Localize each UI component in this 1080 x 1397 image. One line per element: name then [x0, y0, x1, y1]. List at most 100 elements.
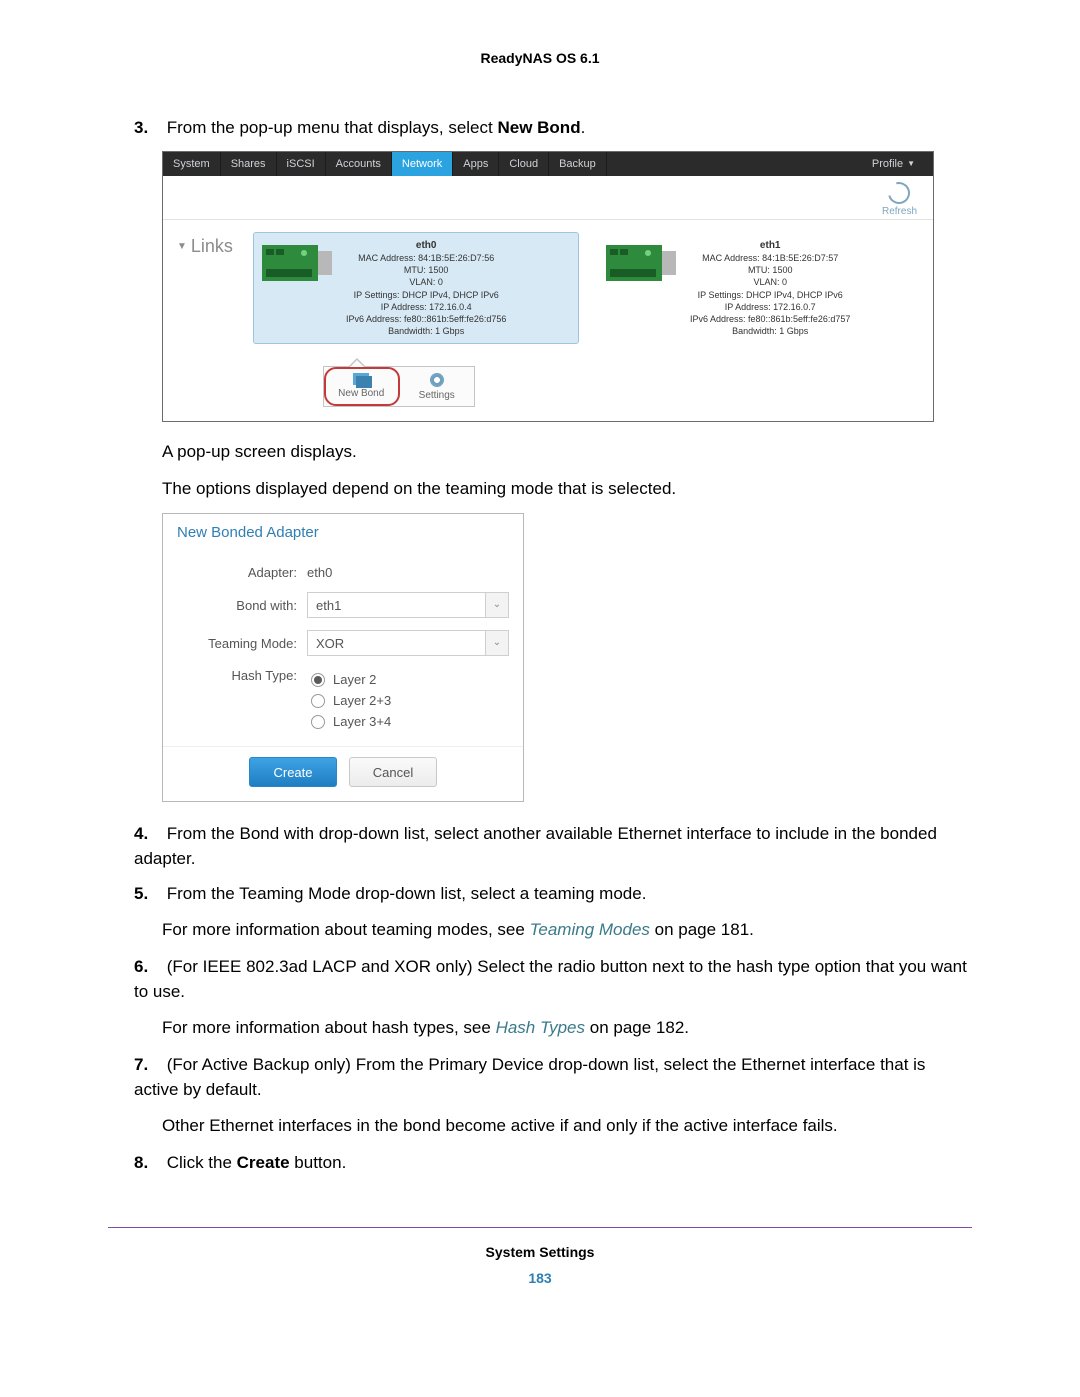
radio-icon	[311, 715, 325, 729]
menu-settings-label: Settings	[419, 390, 455, 401]
step-7: 7. (For Active Backup only) From the Pri…	[134, 1053, 972, 1102]
nic-eth0-ipset: IP Settings: DHCP IPv4, DHCP IPv6	[346, 289, 506, 301]
step-3-bold: New Bond	[497, 118, 580, 137]
step-6: 6. (For IEEE 802.3ad LACP and XOR only) …	[134, 955, 972, 1004]
page-number: 183	[108, 1270, 972, 1286]
refresh-label: Refresh	[882, 206, 917, 217]
radio-layer2-label: Layer 2	[333, 672, 376, 687]
tab-backup[interactable]: Backup	[549, 152, 607, 176]
step-6-text: (For IEEE 802.3ad LACP and XOR only) Sel…	[134, 957, 967, 1001]
select-bond-with-value: eth1	[308, 598, 485, 613]
nic-eth0-ip: IP Address: 172.16.0.4	[346, 301, 506, 313]
select-bond-with[interactable]: eth1 ⌄	[307, 592, 509, 618]
footer-rule	[108, 1227, 972, 1228]
dialog-new-bonded-adapter: New Bonded Adapter Adapter: eth0 Bond wi…	[162, 513, 524, 802]
radio-layer34[interactable]: Layer 3+4	[177, 711, 509, 732]
step-5-follow-pre: For more information about teaming modes…	[162, 920, 530, 939]
select-teaming-mode[interactable]: XOR ⌄	[307, 630, 509, 656]
nic-eth1-bw: Bandwidth: 1 Gbps	[690, 325, 850, 337]
step-8-num: 8.	[134, 1151, 162, 1176]
chevron-down-icon: ▼	[907, 159, 915, 168]
step-5-follow-post: on page 181.	[650, 920, 754, 939]
refresh-icon	[884, 178, 914, 208]
menu-item-settings[interactable]: Settings	[400, 367, 475, 406]
label-adapter: Adapter:	[177, 565, 297, 580]
step-8-post: button.	[290, 1153, 347, 1172]
nic-icon	[260, 239, 336, 289]
chevron-down-icon: ⌄	[485, 631, 508, 655]
radio-layer34-label: Layer 3+4	[333, 714, 391, 729]
tab-apps[interactable]: Apps	[453, 152, 499, 176]
footer-title: System Settings	[108, 1244, 972, 1260]
nic-eth1-mtu: MTU: 1500	[690, 264, 850, 276]
label-hash-type: Hash Type:	[177, 668, 297, 683]
step-8-bold: Create	[237, 1153, 290, 1172]
nic-eth1-vlan: VLAN: 0	[690, 276, 850, 288]
tab-iscsi[interactable]: iSCSI	[277, 152, 326, 176]
step-3: 3. From the pop-up menu that displays, s…	[134, 116, 972, 141]
select-teaming-value: XOR	[308, 636, 485, 651]
gear-icon	[430, 373, 444, 387]
nic-eth1-ipset: IP Settings: DHCP IPv4, DHCP IPv6	[690, 289, 850, 301]
step-7-text: (For Active Backup only) From the Primar…	[134, 1055, 925, 1099]
screenshot-network-page: System Shares iSCSI Accounts Network App…	[162, 151, 934, 422]
link-hash-types[interactable]: Hash Types	[496, 1018, 585, 1037]
step-5-num: 5.	[134, 882, 162, 907]
links-label: Links	[191, 236, 233, 257]
tab-cloud[interactable]: Cloud	[499, 152, 549, 176]
step-7-follow: Other Ethernet interfaces in the bond be…	[162, 1114, 972, 1139]
tab-profile[interactable]: Profile ▼	[862, 152, 933, 176]
step-4: 4. From the Bond with drop-down list, se…	[134, 822, 972, 871]
nic-eth0-name: eth0	[346, 239, 506, 253]
refresh-button[interactable]: Refresh	[882, 182, 917, 217]
step-7-num: 7.	[134, 1053, 162, 1078]
nic-card-eth1[interactable]: eth1 MAC Address: 84:1B:5E:26:D7:57 MTU:…	[597, 232, 923, 344]
cancel-button[interactable]: Cancel	[349, 757, 437, 787]
step-5-follow: For more information about teaming modes…	[162, 918, 972, 943]
step-3-text-pre: From the pop-up menu that displays, sele…	[167, 118, 498, 137]
tab-accounts[interactable]: Accounts	[326, 152, 392, 176]
nic-eth0-ipv6: IPv6 Address: fe80::861b:5eff:fe26:d756	[346, 313, 506, 325]
context-menu: New Bond Settings	[323, 366, 475, 407]
tab-profile-label: Profile	[872, 158, 903, 170]
step-4-text: From the Bond with drop-down list, selec…	[134, 824, 937, 868]
radio-layer23[interactable]: Layer 2+3	[177, 690, 509, 711]
nic-card-eth0[interactable]: eth0 MAC Address: 84:1B:5E:26:D7:56 MTU:…	[253, 232, 579, 344]
nic-eth0-info: eth0 MAC Address: 84:1B:5E:26:D7:56 MTU:…	[346, 239, 506, 337]
page-header: ReadyNAS OS 6.1	[108, 50, 972, 66]
tab-spacer	[607, 152, 862, 176]
nic-eth0-mtu: MTU: 1500	[346, 264, 506, 276]
chevron-down-icon: ⌄	[485, 593, 508, 617]
radio-layer23-label: Layer 2+3	[333, 693, 391, 708]
nic-eth0-bw: Bandwidth: 1 Gbps	[346, 325, 506, 337]
step-3-follow1: A pop-up screen displays.	[162, 440, 972, 465]
menu-newbond-label: New Bond	[338, 388, 384, 399]
step-6-num: 6.	[134, 955, 162, 980]
nav-tabs: System Shares iSCSI Accounts Network App…	[163, 152, 933, 176]
nic-eth0-mac: MAC Address: 84:1B:5E:26:D7:56	[346, 252, 506, 264]
step-8-pre: Click the	[167, 1153, 237, 1172]
chevron-down-icon: ▼	[177, 241, 187, 252]
section-links-title: ▼ Links	[173, 232, 235, 344]
tab-network[interactable]: Network	[392, 152, 453, 176]
step-3-num: 3.	[134, 116, 162, 141]
step-6-follow-post: on page 182.	[585, 1018, 689, 1037]
radio-icon	[311, 694, 325, 708]
nic-eth1-mac: MAC Address: 84:1B:5E:26:D7:57	[690, 252, 850, 264]
label-bond-with: Bond with:	[177, 598, 297, 613]
create-button[interactable]: Create	[249, 757, 337, 787]
step-6-follow: For more information about hash types, s…	[162, 1016, 972, 1041]
step-6-follow-pre: For more information about hash types, s…	[162, 1018, 496, 1037]
tab-shares[interactable]: Shares	[221, 152, 277, 176]
value-adapter: eth0	[307, 565, 332, 580]
link-teaming-modes[interactable]: Teaming Modes	[530, 920, 650, 939]
radio-icon	[311, 673, 325, 687]
tab-system[interactable]: System	[163, 152, 221, 176]
step-8: 8. Click the Create button.	[134, 1151, 972, 1176]
step-3-follow2: The options displayed depend on the team…	[162, 477, 972, 502]
nic-eth1-info: eth1 MAC Address: 84:1B:5E:26:D7:57 MTU:…	[690, 239, 850, 337]
step-5: 5. From the Teaming Mode drop-down list,…	[134, 882, 972, 907]
bond-icon	[353, 373, 369, 385]
menu-item-new-bond[interactable]: New Bond	[324, 367, 400, 406]
nic-eth1-ipv6: IPv6 Address: fe80::861b:5eff:fe26:d757	[690, 313, 850, 325]
